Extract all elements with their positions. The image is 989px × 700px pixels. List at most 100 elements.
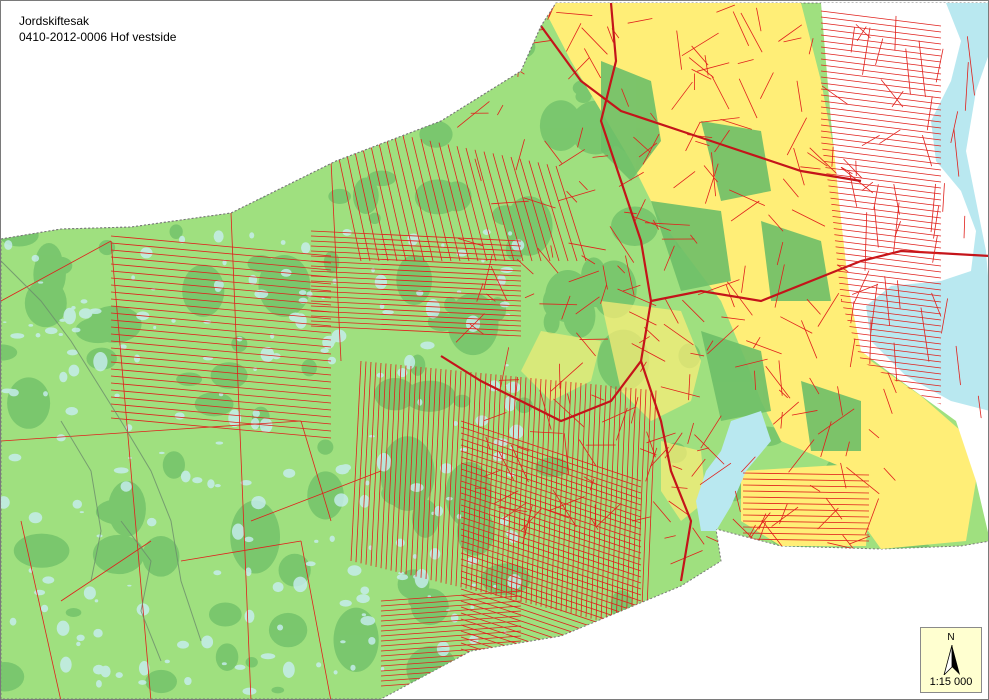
marsh-patch — [138, 680, 147, 685]
forest-patch — [776, 645, 806, 676]
marsh-patch — [56, 434, 66, 442]
marsh-patch — [71, 306, 76, 310]
parcel-line — [460, 642, 642, 699]
parcel-line — [739, 542, 764, 546]
marsh-patch — [59, 371, 68, 383]
marsh-patch — [396, 574, 409, 581]
marsh-patch — [329, 535, 335, 542]
forest-patch — [75, 317, 121, 344]
forest-patch — [489, 646, 506, 661]
marsh-patch — [453, 421, 458, 427]
marsh-patch — [44, 327, 58, 335]
marsh-patch — [60, 656, 72, 673]
marsh-patch — [382, 309, 394, 315]
marsh-patch — [368, 434, 375, 438]
forest-patch — [575, 90, 592, 104]
marsh-patch — [316, 662, 322, 668]
marsh-patch — [231, 523, 245, 540]
marsh-patch — [177, 640, 189, 649]
marsh-patch — [65, 406, 78, 416]
marsh-patch — [333, 670, 338, 675]
forest-patch — [328, 188, 352, 204]
marsh-patch — [251, 496, 266, 510]
forest-patch — [4, 185, 23, 201]
marsh-patch — [40, 604, 49, 613]
marsh-patch — [3, 321, 7, 323]
forest-patch — [406, 645, 458, 693]
parcel-line — [498, 9, 537, 34]
scale-label: 1:15 000 — [929, 676, 973, 688]
parcel-line — [460, 636, 642, 698]
marsh-patch — [283, 468, 296, 478]
marsh-patch — [71, 327, 81, 333]
marsh-patch — [131, 275, 135, 280]
marsh-patch — [320, 348, 329, 354]
forest-patch — [65, 608, 82, 617]
marsh-patch — [482, 229, 491, 235]
marsh-patch — [10, 333, 25, 339]
marsh-patch — [301, 242, 311, 254]
marsh-patch — [215, 441, 224, 445]
marsh-patch — [470, 605, 475, 610]
forest-patch — [151, 51, 168, 60]
marsh-patch — [192, 477, 203, 484]
marsh-patch — [96, 680, 102, 688]
forest-patch — [820, 635, 850, 678]
marsh-patch — [213, 570, 222, 576]
forest-patch — [387, 51, 443, 110]
marsh-patch — [133, 354, 141, 363]
forest-patch — [453, 53, 478, 78]
marsh-patch — [31, 254, 40, 262]
forest-patch — [340, 77, 376, 104]
forest-patch — [268, 612, 308, 648]
marsh-patch — [512, 666, 522, 676]
forest-patch — [59, 128, 76, 147]
marsh-patch — [164, 659, 170, 664]
marsh-patch — [9, 617, 17, 626]
marsh-patch — [339, 599, 352, 607]
marsh-patch — [213, 230, 224, 243]
forest-patch — [68, 118, 88, 134]
forest-patch — [194, 392, 234, 417]
parcel-line — [488, 49, 525, 75]
forest-patch — [453, 394, 471, 408]
marsh-patch — [34, 589, 46, 596]
marsh-patch — [417, 398, 423, 406]
parcel-line — [476, 32, 506, 36]
marsh-patch — [153, 325, 157, 330]
forest-patch — [13, 533, 70, 568]
parcel-line — [460, 648, 642, 699]
north-label: N — [947, 632, 955, 643]
marsh-patch — [221, 662, 227, 666]
marsh-patch — [43, 391, 48, 397]
forest-patch — [35, 243, 63, 284]
marsh-patch — [305, 561, 316, 567]
marsh-patch — [171, 318, 176, 323]
forest-patch — [304, 40, 320, 59]
marsh-patch — [360, 586, 370, 595]
map-frame: Jordskiftesak 0410-2012-0006 Hof vestsid… — [0, 0, 989, 700]
forest-patch — [419, 120, 453, 148]
marsh-patch — [114, 393, 120, 398]
cadastral-map[interactable] — [1, 1, 989, 700]
marsh-patch — [280, 240, 286, 245]
marsh-patch — [340, 464, 352, 471]
forest-patch — [208, 602, 242, 627]
forest-patch — [245, 656, 258, 668]
marsh-patch — [347, 565, 362, 576]
parcel-line — [460, 630, 642, 692]
marsh-patch — [332, 278, 338, 284]
marsh-patch — [471, 583, 477, 587]
north-arrow-icon — [943, 645, 960, 675]
marsh-patch — [184, 676, 192, 686]
marsh-patch — [201, 635, 214, 649]
marsh-patch — [376, 452, 392, 472]
parcel-line — [518, 41, 526, 52]
marsh-patch — [409, 483, 424, 492]
marsh-patch — [4, 240, 13, 250]
forest-patch — [98, 240, 116, 256]
marsh-patch — [254, 289, 269, 299]
marsh-patch — [361, 613, 367, 617]
marsh-patch — [28, 323, 34, 327]
marsh-patch — [94, 599, 99, 603]
